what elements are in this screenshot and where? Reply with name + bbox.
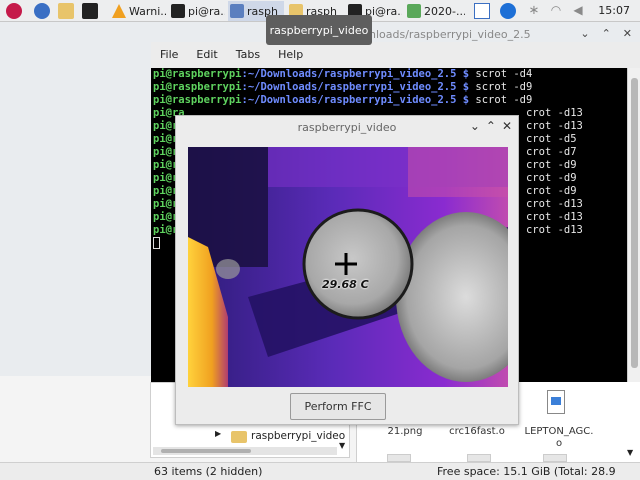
browser-icon[interactable] [34,3,50,19]
status-bar: 63 items (2 hidden) Free space: 15.1 GiB… [0,462,640,480]
tree-hscroll[interactable] [153,447,337,455]
task-terminal-1[interactable]: pi@ra... [169,1,225,21]
window-controls: ⌄ ⌃ ✕ [470,119,512,133]
minimize-icon[interactable]: ⌄ [580,27,589,40]
task-warning[interactable]: Warni... [110,1,166,21]
warm-top [408,147,508,197]
command-text: crot -d9 [525,172,577,184]
item-count: 63 items (2 hidden) [154,465,263,478]
terminal-icon[interactable] [82,3,98,19]
terminal-line: pi@raspberrypi:~/Downloads/raspberrypi_v… [153,81,627,94]
terminal-line: pi@raspberrypi:~/Downloads/raspberrypi_v… [153,68,627,81]
command-text: crot -d13 [525,198,583,210]
target-object [302,208,414,320]
task-label: Warni... [129,4,166,18]
perform-ffc-button[interactable]: Perform FFC [290,393,386,420]
terminal-icon [171,4,185,18]
wifi-icon[interactable]: ◠ [548,3,564,19]
video-title: raspberrypi_video [297,121,397,134]
command-text: crot -d5 [525,133,577,145]
remote-icon[interactable] [500,3,516,19]
prompt-user: pi@raspberrypi [153,94,242,106]
scroll-down-icon[interactable]: ▼ [339,441,345,450]
task-image[interactable]: 2020-... [405,1,465,21]
command-text: crot -d7 [525,146,577,158]
command-text: crot -d13 [525,211,583,223]
temperature-readout: 29.68 C [322,278,369,291]
file-thumb [387,454,411,462]
video-window[interactable]: raspberrypi_video ⌄ ⌃ ✕ 29.68 C Perform … [175,115,519,425]
folder-icon [231,431,247,443]
volume-icon[interactable]: ◀ [570,3,586,19]
file-manager-icon[interactable] [58,3,74,19]
file-item[interactable]: 21.png [385,426,425,437]
thermal-image-canvas [188,147,508,387]
file-thumb [467,454,491,462]
tree-folder-label[interactable]: raspberrypi_video [251,430,345,442]
minimize-icon[interactable]: ⌄ [470,119,480,133]
thermal-image: 29.68 C [188,147,508,387]
bluetooth-icon[interactable]: ∗ [526,3,542,19]
menu-help[interactable]: Help [269,46,312,66]
command-text: crot -d13 [525,224,583,236]
prompt-user: pi@raspberrypi [153,68,242,80]
close-icon[interactable]: ✕ [623,27,632,40]
task-label: 2020-... [424,4,465,18]
video-titlebar[interactable]: raspberrypi_video ⌄ ⌃ ✕ [176,116,518,138]
command-text: crot -d9 [525,159,577,171]
command-text: scrot -d9 [469,94,533,106]
menu-edit[interactable]: Edit [187,46,226,66]
vnc-icon[interactable] [474,3,490,19]
window-controls: ⌄ ⌃ ✕ [580,27,632,40]
command-text: scrot -d9 [469,81,533,93]
free-space: Free space: 15.1 GiB (Total: 28.9 GiB) [437,465,616,480]
close-icon[interactable]: ✕ [502,119,512,133]
command-text: crot -d13 [525,107,583,119]
command-text: crot -d9 [525,185,577,197]
terminal-cursor [153,237,160,249]
command-text: crot -d13 [525,120,583,132]
maximize-icon[interactable]: ⌃ [486,119,496,133]
small-warm-blob [216,259,240,279]
clock[interactable]: 15:07 [598,4,630,17]
terminal-title: nloads/raspberrypi_video_2.5 [369,28,531,41]
prompt-path: :~/Downloads/raspberrypi_video_2.5 $ [241,94,470,106]
raspberry-menu-icon[interactable] [6,3,22,19]
expander-icon[interactable]: ▶ [215,429,221,438]
file-item[interactable]: LEPTON_AGC. o [519,426,599,450]
prompt-user: pi@raspberrypi [153,81,242,93]
prompt-path: :~/Downloads/raspberrypi_video_2.5 $ [241,81,470,93]
file-item[interactable]: crc16fast.o [447,426,507,437]
file-thumb [543,454,567,462]
terminal-line: pi@raspberrypi:~/Downloads/raspberrypi_v… [153,94,627,107]
maximize-icon[interactable]: ⌃ [602,27,611,40]
menu-file[interactable]: File [151,46,187,66]
warning-icon [112,4,126,18]
scroll-down-icon[interactable]: ▼ [627,448,633,457]
terminal-scrollbar[interactable] [627,68,640,382]
command-text: scrot -d4 [469,68,533,80]
terminal-menubar: File Edit Tabs Help [151,46,312,66]
menu-tabs[interactable]: Tabs [227,46,269,66]
taskbar-tooltip: raspberrypi_video [266,15,372,45]
task-label: pi@ra... [188,4,225,18]
prompt-path: :~/Downloads/raspberrypi_video_2.5 $ [241,68,470,80]
image-viewer-icon [407,4,421,18]
window-icon [230,4,244,18]
file-icon [547,390,565,414]
